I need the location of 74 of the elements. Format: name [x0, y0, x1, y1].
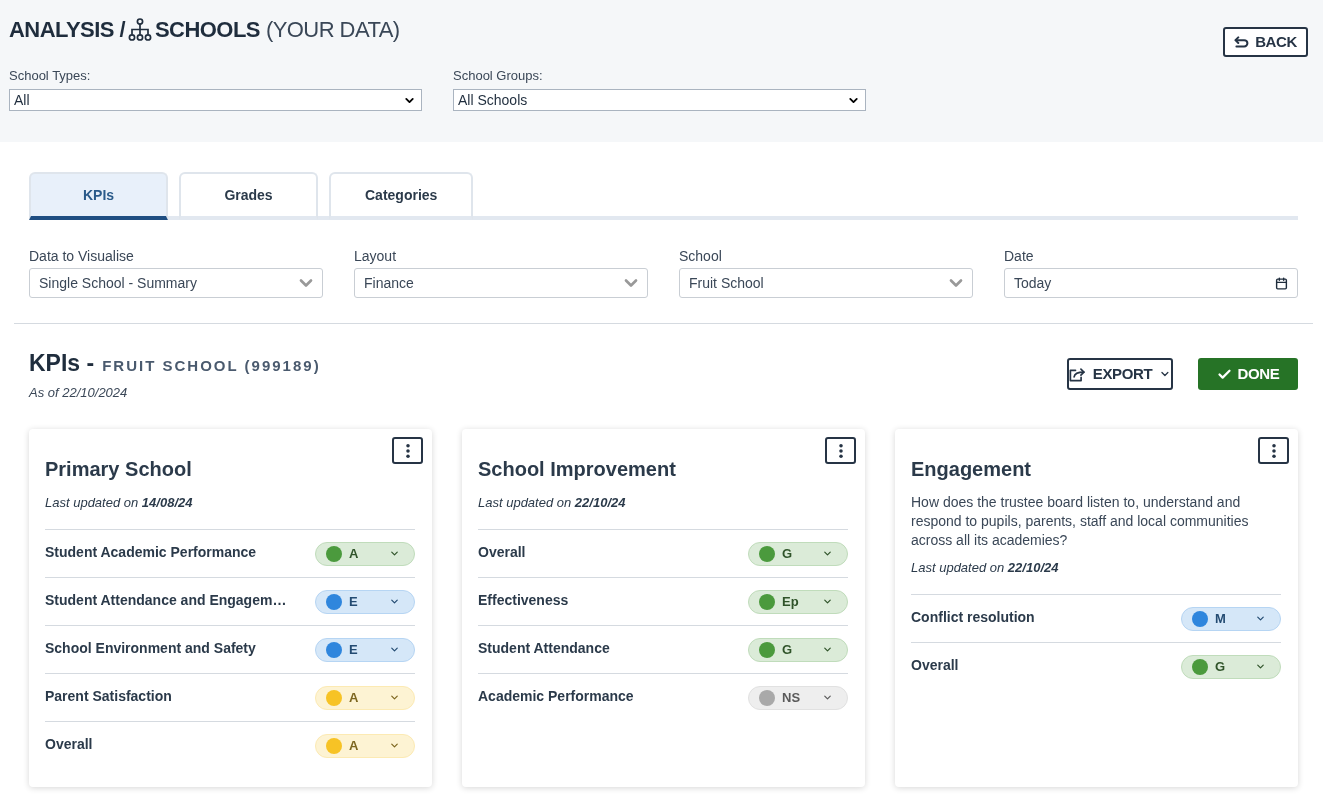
share-icon: [1069, 366, 1086, 382]
kpi-label: Student Attendance: [478, 639, 610, 657]
status-dropdown[interactable]: G: [748, 637, 848, 662]
field-label: Data to Visualise: [29, 247, 135, 266]
chevron-down-icon: [1255, 661, 1266, 672]
card-menu-button[interactable]: [392, 437, 423, 464]
chevron-down-icon: [389, 644, 400, 655]
last-updated-text: Last updated on 22/10/24: [478, 494, 627, 512]
chevron-down-icon: [822, 692, 833, 703]
status-dropdown[interactable]: E: [315, 637, 415, 662]
date-field[interactable]: Today: [1004, 268, 1298, 298]
tab[interactable]: Grades: [179, 172, 318, 220]
kpi-label: Student Academic Performance: [45, 543, 257, 561]
kpi-label: Academic Performance: [478, 687, 634, 705]
status-dropdown[interactable]: Ep: [748, 589, 848, 614]
select-field[interactable]: Fruit School: [679, 268, 973, 298]
select-field[interactable]: Single School - Summary: [29, 268, 323, 298]
select-field[interactable]: Finance: [354, 268, 648, 298]
vertical-dots-icon: [838, 443, 843, 458]
card-title: Primary School: [45, 457, 193, 482]
filter-select[interactable]: All Schools: [453, 89, 866, 111]
status-dropdown[interactable]: A: [315, 733, 415, 758]
kpi-label: Conflict resolution: [911, 608, 1035, 626]
page-subtitle: (YOUR DATA): [265, 16, 400, 44]
kpi-label: Overall: [45, 735, 93, 753]
chevron-down-icon: [389, 548, 400, 559]
field-label: School: [679, 247, 723, 266]
card-title: School Improvement: [478, 457, 677, 482]
back-button[interactable]: BACK: [1223, 27, 1308, 57]
page-title: SCHOOLS: [154, 16, 260, 44]
chevron-down-icon: [389, 692, 400, 703]
kpi-label: School Environment and Safety: [45, 639, 256, 657]
kpi-label: Parent Satisfaction: [45, 687, 172, 705]
kpi-label: Overall: [911, 656, 959, 674]
last-updated-text: Last updated on 14/08/24: [45, 494, 194, 512]
calendar-icon: [1275, 276, 1288, 290]
status-dropdown[interactable]: E: [315, 589, 415, 614]
card-description: How does the trustee board listen to, understand and respond to pupils, parents, staff and local communities across all its academies?: [911, 493, 1250, 550]
status-dropdown[interactable]: M: [1181, 606, 1281, 631]
status-dropdown[interactable]: A: [315, 541, 415, 566]
section-title: ANALYSIS /: [9, 16, 125, 44]
chevron-down-icon: [822, 644, 833, 655]
chevron-down-icon: [822, 596, 833, 607]
card-menu-button[interactable]: [1258, 437, 1289, 464]
filter-label: School Types:: [9, 67, 92, 85]
report-title: KPIs -: [29, 349, 95, 377]
status-dropdown[interactable]: G: [748, 541, 848, 566]
field-label: Date: [1004, 247, 1035, 266]
school-name: FRUIT SCHOOL (999189): [102, 356, 321, 376]
chevron-down-icon: [822, 548, 833, 559]
as-of-date: As of 22/10/2024: [29, 384, 129, 402]
filter-select[interactable]: All: [9, 89, 422, 111]
kpi-label: Student Attendance and Engagem…: [45, 591, 287, 609]
done-button[interactable]: DONE: [1198, 358, 1298, 390]
vertical-dots-icon: [1271, 443, 1276, 458]
field-label: Layout: [354, 247, 398, 266]
return-arrow-icon: [1234, 36, 1250, 48]
card-title: Engagement: [911, 457, 1033, 482]
filter-label: School Groups:: [453, 67, 544, 85]
export-button[interactable]: EXPORT: [1067, 358, 1173, 390]
hierarchy-icon: [127, 18, 152, 42]
chevron-down-icon: [389, 596, 400, 607]
card-menu-button[interactable]: [825, 437, 856, 464]
kpi-label: Effectiveness: [478, 591, 569, 609]
last-updated-text: Last updated on 22/10/24: [911, 559, 1060, 577]
tab[interactable]: Categories: [329, 172, 474, 220]
status-dropdown[interactable]: A: [315, 685, 415, 710]
kpi-label: Overall: [478, 543, 526, 561]
status-dropdown[interactable]: NS: [748, 685, 848, 710]
vertical-dots-icon: [405, 443, 410, 458]
tab[interactable]: KPIs: [29, 172, 168, 220]
chevron-down-icon: [389, 740, 400, 751]
chevron-down-icon: [1255, 613, 1266, 624]
status-dropdown[interactable]: G: [1181, 654, 1281, 679]
